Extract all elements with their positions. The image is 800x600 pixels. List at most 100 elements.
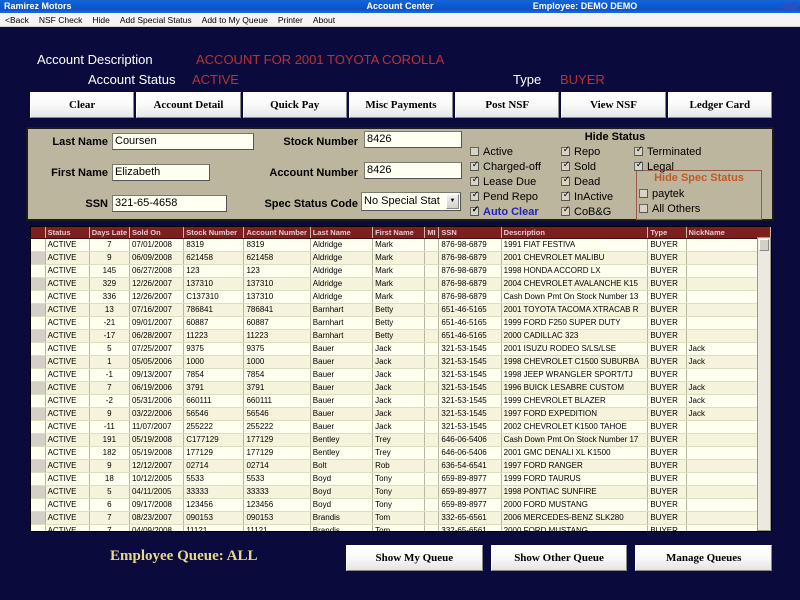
last-name-input[interactable]: Coursen — [112, 133, 254, 150]
table-row[interactable]: ACTIVE 7 04/09/2008 11121 11121 Brandis Tom 332… — [31, 524, 771, 531]
hide-status-inactive[interactable]: InActive — [561, 191, 613, 203]
row-selector-cell[interactable] — [31, 472, 46, 486]
menu-item-about[interactable]: About — [308, 13, 340, 27]
checkbox-icon[interactable] — [470, 176, 480, 186]
row-selector-cell[interactable] — [31, 355, 46, 369]
footer-button-show-my-queue[interactable]: Show My Queue — [346, 545, 483, 571]
table-row[interactable]: ACTIVE 1 05/05/2006 1000 1000 Bauer Jack 321-53… — [31, 355, 771, 369]
table-row[interactable]: ACTIVE 9 12/12/2007 02714 02714 Bolt Rob 636-54… — [31, 459, 771, 473]
column-header-mi[interactable]: MI — [424, 227, 440, 239]
ssn-input[interactable]: 321-65-4658 — [112, 195, 227, 212]
row-selector-cell[interactable] — [31, 420, 46, 434]
column-header-first-name[interactable]: First Name — [372, 227, 426, 239]
table-row[interactable]: ACTIVE 6 09/17/2008 123456 123456 Boyd Tony 659… — [31, 498, 771, 512]
account-number-input[interactable]: 8426 — [364, 162, 462, 179]
toolbar-button-clear[interactable]: Clear — [30, 92, 135, 118]
checkbox-icon[interactable] — [561, 146, 571, 156]
row-selector-cell[interactable] — [31, 290, 46, 304]
column-header-last-name[interactable]: Last Name — [310, 227, 374, 239]
table-row[interactable]: ACTIVE 7 06/19/2006 3791 3791 Bauer Jack 321-53… — [31, 381, 771, 395]
hide-status-sold[interactable]: Sold — [561, 161, 596, 173]
column-header-stock-number[interactable]: Stock Number — [183, 227, 245, 239]
hide-spec-status-all-others[interactable]: All Others — [639, 203, 700, 215]
row-selector-cell[interactable] — [31, 433, 46, 447]
grid-scrollbar-thumb[interactable] — [759, 239, 769, 251]
spec-status-code-select[interactable]: No Special Stat ▼ — [361, 192, 461, 211]
row-selector-cell[interactable] — [31, 303, 46, 317]
checkbox-icon[interactable] — [470, 191, 480, 201]
hide-spec-status-paytek[interactable]: paytek — [639, 188, 684, 200]
table-row[interactable]: ACTIVE 9 06/09/2008 621458 621458 Aldridge Mar… — [31, 251, 771, 265]
toolbar-button-post-nsf[interactable]: Post NSF — [455, 92, 560, 118]
column-header-sold-on[interactable]: Sold On — [129, 227, 185, 239]
column-header-account-number[interactable]: Account Number — [243, 227, 311, 239]
checkbox-icon[interactable] — [561, 161, 571, 171]
checkbox-icon[interactable] — [470, 147, 479, 156]
row-selector-cell[interactable] — [31, 368, 46, 382]
table-row[interactable]: ACTIVE -1 09/13/2007 7854 7854 Bauer Jack 321-5… — [31, 368, 771, 382]
table-row[interactable]: ACTIVE 329 12/26/2007 137310 137310 Aldridge M… — [31, 277, 771, 291]
hide-status-repo[interactable]: Repo — [561, 146, 600, 158]
menu-item-add-special-status[interactable]: Add Special Status — [115, 13, 197, 27]
row-selector-cell[interactable] — [31, 407, 46, 421]
grid-vertical-scrollbar[interactable] — [757, 237, 771, 531]
row-selector-cell[interactable] — [31, 498, 46, 512]
table-row[interactable]: ACTIVE -17 06/28/2007 11223 11223 Barnhart Bet… — [31, 329, 771, 343]
stock-number-input[interactable]: 8426 — [364, 131, 462, 148]
table-row[interactable]: ACTIVE 13 07/16/2007 786841 786841 Barnhart Be… — [31, 303, 771, 317]
first-name-input[interactable]: Elizabeth — [112, 164, 210, 181]
table-row[interactable]: ACTIVE 9 03/22/2006 56546 56546 Bauer Jack 321-… — [31, 407, 771, 421]
hide-status-lease-due[interactable]: Lease Due — [470, 176, 536, 188]
hide-status-auto-clear[interactable]: Auto Clear — [470, 206, 539, 218]
hide-status-pend-repo[interactable]: Pend Repo — [470, 191, 538, 203]
row-selector-cell[interactable] — [31, 459, 46, 473]
toolbar-button-view-nsf[interactable]: View NSF — [561, 92, 666, 118]
row-selector-cell[interactable] — [31, 381, 46, 395]
table-row[interactable]: ACTIVE 191 05/19/2008 C177129 177129 Bentley T… — [31, 433, 771, 447]
footer-button-manage-queues[interactable]: Manage Queues — [635, 545, 773, 571]
table-row[interactable]: ACTIVE 5 07/25/2007 9375 9375 Bauer Jack 321-53… — [31, 342, 771, 356]
table-row[interactable]: ACTIVE 7 07/01/2008 8319 8319 Aldridge Mark 876… — [31, 238, 771, 252]
menu-item-add-to-my-queue[interactable]: Add to My Queue — [197, 13, 273, 27]
hide-status-charged-off[interactable]: Charged-off — [470, 161, 541, 173]
hide-status-active[interactable]: Active — [470, 146, 513, 158]
footer-button-show-other-queue[interactable]: Show Other Queue — [490, 545, 628, 571]
table-row[interactable]: ACTIVE 18 10/12/2005 5533 5533 Boyd Tony 659-89… — [31, 472, 771, 486]
column-header-status[interactable]: Status — [45, 227, 90, 239]
checkbox-icon[interactable] — [561, 206, 571, 216]
table-row[interactable]: ACTIVE 336 12/26/2007 C137310 137310 Aldridge… — [31, 290, 771, 304]
row-selector-cell[interactable] — [31, 446, 46, 460]
checkbox-icon[interactable] — [470, 161, 480, 171]
row-selector-cell[interactable] — [31, 277, 46, 291]
column-header-description[interactable]: Description — [501, 227, 649, 239]
checkbox-icon[interactable] — [639, 204, 648, 213]
column-header-ssn[interactable]: SSN — [438, 227, 502, 239]
hide-status-cob-g[interactable]: CoB&G — [561, 206, 611, 218]
column-header-days-late[interactable]: Days Late — [89, 227, 130, 239]
row-selector-cell[interactable] — [31, 251, 46, 265]
checkbox-icon[interactable] — [634, 146, 644, 156]
checkbox-icon[interactable] — [561, 176, 571, 186]
row-selector-cell[interactable] — [31, 329, 46, 343]
checkbox-icon[interactable] — [470, 206, 480, 216]
row-selector-cell[interactable] — [31, 316, 46, 330]
chevron-down-icon[interactable]: ▼ — [446, 194, 459, 209]
toolbar-button-misc-payments[interactable]: Misc Payments — [348, 92, 454, 118]
row-selector-cell[interactable] — [31, 238, 46, 252]
menu-item-nsf-check[interactable]: NSF Check — [34, 13, 87, 27]
table-row[interactable]: ACTIVE 145 06/27/2008 123 123 Aldridge Mark 876… — [31, 264, 771, 278]
accounts-grid[interactable]: Status Days Late Sold On Stock Number Accoun… — [30, 226, 772, 532]
table-row[interactable]: ACTIVE -2 05/31/2006 660111 660111 Bauer Jack 3… — [31, 394, 771, 408]
table-row[interactable]: ACTIVE -11 11/07/2007 255222 255222 Bauer Jack… — [31, 420, 771, 434]
menu-item-printer[interactable]: Printer — [273, 13, 308, 27]
row-selector-cell[interactable] — [31, 524, 46, 531]
row-selector-cell[interactable] — [31, 394, 46, 408]
row-selector-cell[interactable] — [31, 264, 46, 278]
table-row[interactable]: ACTIVE -21 09/01/2007 60887 60887 Barnhart Bet… — [31, 316, 771, 330]
menu-item-back[interactable]: <Back — [0, 13, 34, 27]
row-selector-cell[interactable] — [31, 511, 46, 525]
column-header-type[interactable]: Type — [647, 227, 687, 239]
toolbar-button-ledger-card[interactable]: Ledger Card — [667, 92, 772, 118]
hide-status-legal[interactable]: Legal — [634, 161, 674, 173]
checkbox-icon[interactable] — [639, 189, 648, 198]
